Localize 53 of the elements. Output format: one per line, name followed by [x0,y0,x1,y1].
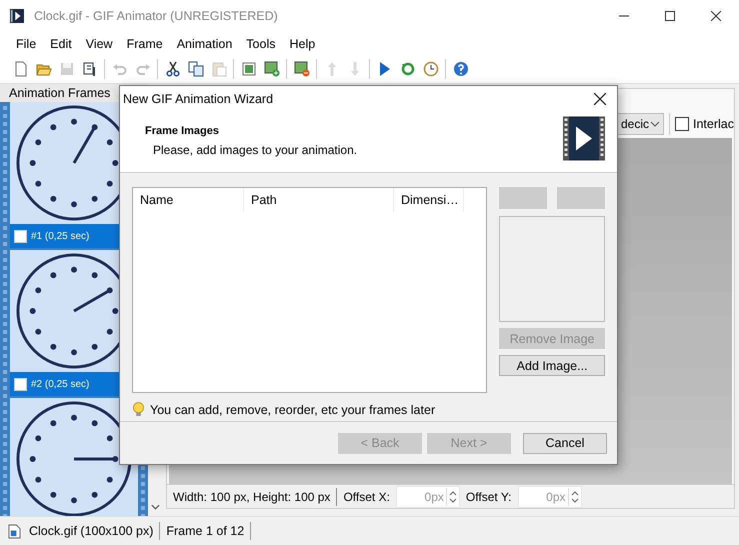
menu-item[interactable]: Frame [120,34,170,52]
app-icon [10,8,24,24]
menu-item[interactable]: Tools [239,34,282,52]
close-icon [594,93,606,105]
add-image-icon [264,61,280,77]
menu-item[interactable]: Animation [170,34,240,52]
tip-text: You can add, remove, reorder, etc your frames later [150,402,436,416]
size-label: Width: 100 px, Height: 100 px [173,490,330,504]
chevron-down-icon [650,121,660,127]
image-file-icon [8,524,21,538]
menu-item[interactable]: File [9,34,44,52]
status-file: Clock.gif (100x100 px) [29,524,154,538]
interlace-checkbox[interactable] [675,117,689,131]
offset-x-label: Offset X: [343,490,390,504]
window-title: Clock.gif - GIF Animator (UNREGISTERED) [34,9,279,23]
clock-icon [422,61,438,77]
wizard-heading: Frame Images [145,125,220,137]
menu-item[interactable]: Edit [43,34,79,52]
menu-item[interactable]: View [78,34,120,52]
close-icon [711,11,721,21]
frame-checkbox[interactable] [14,378,27,390]
wizard-subheading: Please, add images to your animation. [153,143,358,157]
remove-image-icon [294,61,310,77]
column-header[interactable]: Name [133,188,244,212]
copy-icon [188,61,204,77]
menu-item[interactable]: Help [282,34,322,52]
redo-icon [134,61,150,77]
spinner-arrows-icon [448,490,457,502]
document-tool-icon [82,61,98,77]
film-play-icon [563,116,605,161]
maximize-icon [665,11,675,21]
save-icon [58,61,74,77]
spinner-arrows-icon [570,490,578,502]
side-button[interactable]: Add Image... [499,355,605,376]
paste-icon [210,61,226,77]
checkbox-label: Interlac [693,117,734,131]
column-header[interactable]: Path [244,188,394,212]
lightbulb-icon [132,402,145,417]
frame-caption: #2 (0,25 sec) [31,378,90,390]
image-list[interactable]: Name Path Dimensi… [132,187,488,393]
new-file-icon [12,61,28,77]
cut-icon [164,61,180,77]
offset-y-label: Offset Y: [466,490,512,504]
help-icon [452,61,468,77]
frame-checkbox[interactable] [14,230,27,242]
wizard-button[interactable]: Cancel [523,432,607,454]
chevron-down-icon [150,504,160,510]
image-icon [240,61,256,77]
undo-icon [112,61,128,77]
column-header[interactable]: Dimensi… [394,188,464,212]
status-frame: Frame 1 of 12 [166,524,244,538]
refresh-icon [400,61,416,77]
frame-caption: #1 (0,25 sec) [31,230,90,242]
